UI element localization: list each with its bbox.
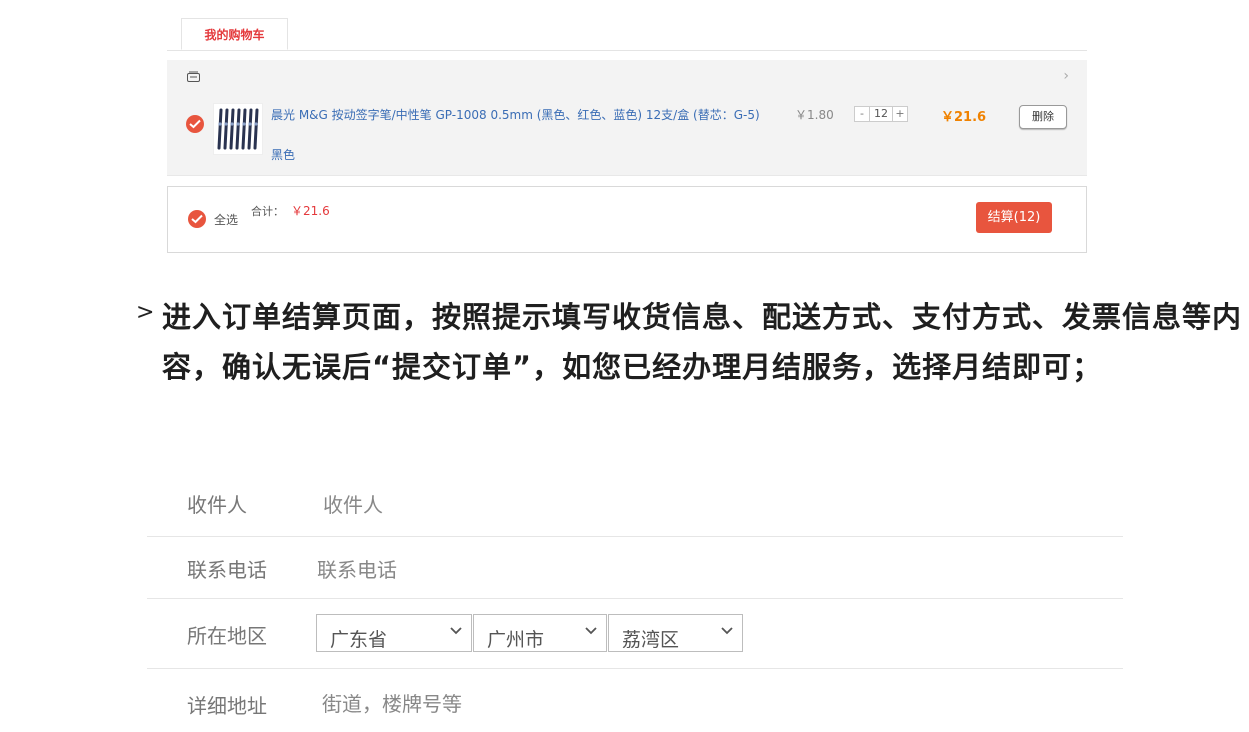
delete-button[interactable]: 删除	[1019, 105, 1067, 129]
cart-summary: 全选 合计： ￥21.6 结算(12)	[167, 186, 1087, 253]
select-all-checkbox[interactable]	[188, 210, 206, 228]
recipient-input[interactable]: 收件人	[323, 489, 383, 518]
city-select[interactable]: 广州市	[473, 614, 607, 652]
province-value: 广东省	[330, 629, 388, 651]
product-color: 黑色	[271, 148, 296, 162]
shop-icon	[187, 71, 200, 82]
chevron-right-icon[interactable]: ›	[1063, 68, 1069, 84]
bullet-icon: >	[136, 300, 155, 325]
chevron-down-icon	[585, 627, 597, 635]
unit-price: ￥1.80	[795, 108, 834, 122]
chevron-down-icon	[721, 627, 733, 635]
checkout-button[interactable]: 结算(12)	[976, 202, 1052, 233]
qty-minus-button[interactable]: -	[854, 106, 870, 122]
total-label: 合计：	[251, 205, 284, 218]
phone-label: 联系电话	[187, 558, 267, 582]
tab-my-cart[interactable]: 我的购物车	[181, 18, 288, 50]
product-thumbnail[interactable]	[213, 103, 263, 155]
province-select[interactable]: 广东省	[316, 614, 472, 652]
line-total: ￥21.6	[941, 110, 987, 125]
region-label: 所在地区	[187, 624, 267, 648]
product-title-link[interactable]: 晨光 M&G 按动签字笔/中性笔 GP-1008 0.5mm (黑色、红色、蓝色…	[271, 106, 761, 124]
chevron-down-icon	[450, 627, 462, 635]
city-value: 广州市	[487, 629, 545, 651]
instruction-text: 进入订单结算页面，按照提示填写收货信息、配送方式、支付方式、发票信息等内容，确认…	[162, 300, 1243, 384]
qty-plus-button[interactable]: +	[892, 106, 908, 122]
recipient-row: 收件人 收件人	[147, 470, 1123, 537]
select-all-label[interactable]: 全选	[214, 211, 238, 228]
phone-input[interactable]: 联系电话	[317, 554, 397, 583]
address-label: 详细地址	[187, 694, 267, 718]
cart-item-panel: › 晨光 M&G 按动签字笔/中性笔 GP-1008 0.5mm (黑色、红色、…	[167, 60, 1087, 176]
address-row: 详细地址 街道，楼牌号等	[147, 670, 1123, 732]
item-checkbox[interactable]	[186, 115, 204, 133]
phone-row: 联系电话 联系电话	[147, 537, 1123, 599]
qty-input[interactable]: 12	[870, 106, 892, 122]
district-select[interactable]: 荔湾区	[608, 614, 743, 652]
address-input[interactable]: 街道，楼牌号等	[322, 688, 462, 717]
recipient-label: 收件人	[187, 493, 247, 517]
cart-tab-bar: 我的购物车	[167, 18, 1087, 51]
quantity-stepper: - 12 +	[854, 106, 908, 122]
district-value: 荔湾区	[622, 629, 680, 651]
total-value: ￥21.6	[291, 204, 330, 218]
